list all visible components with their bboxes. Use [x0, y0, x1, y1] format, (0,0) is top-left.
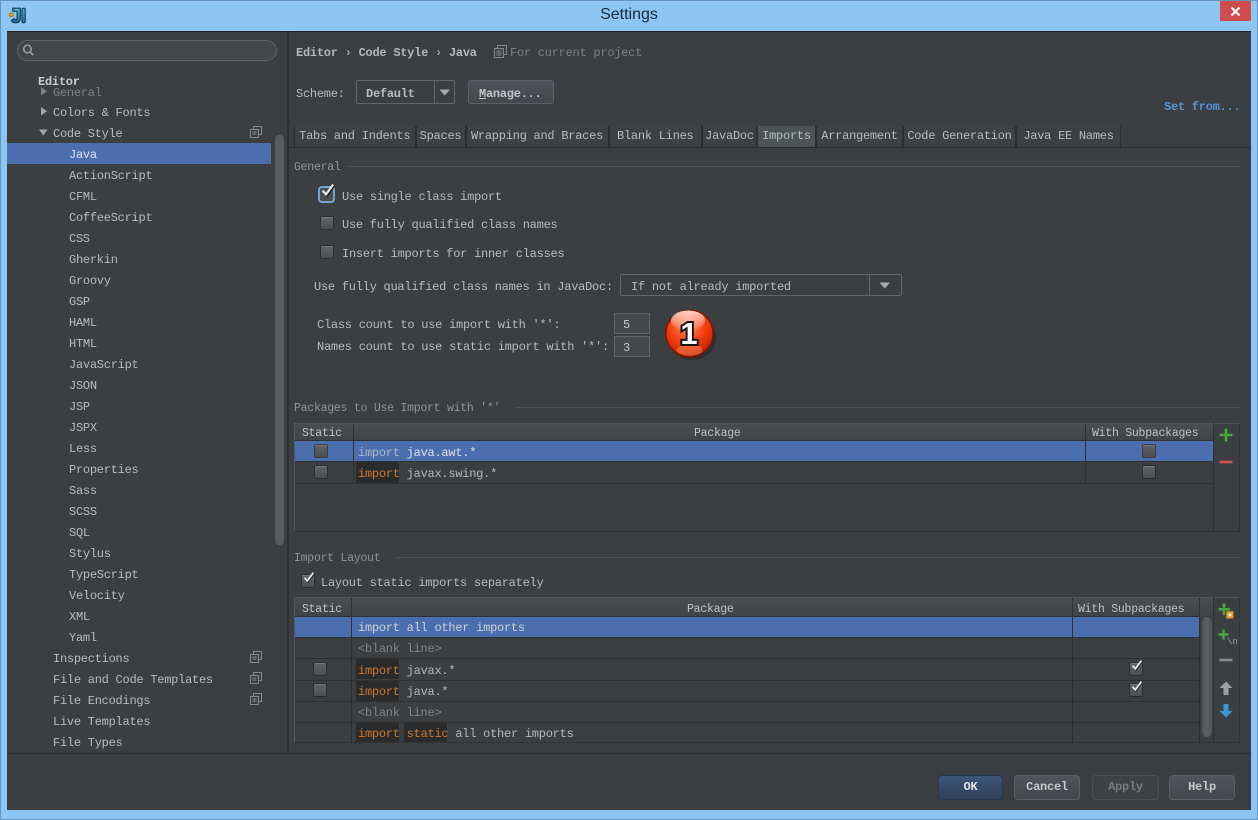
- svg-text:\n: \n: [1227, 637, 1238, 647]
- svg-text:1: 1: [680, 316, 697, 351]
